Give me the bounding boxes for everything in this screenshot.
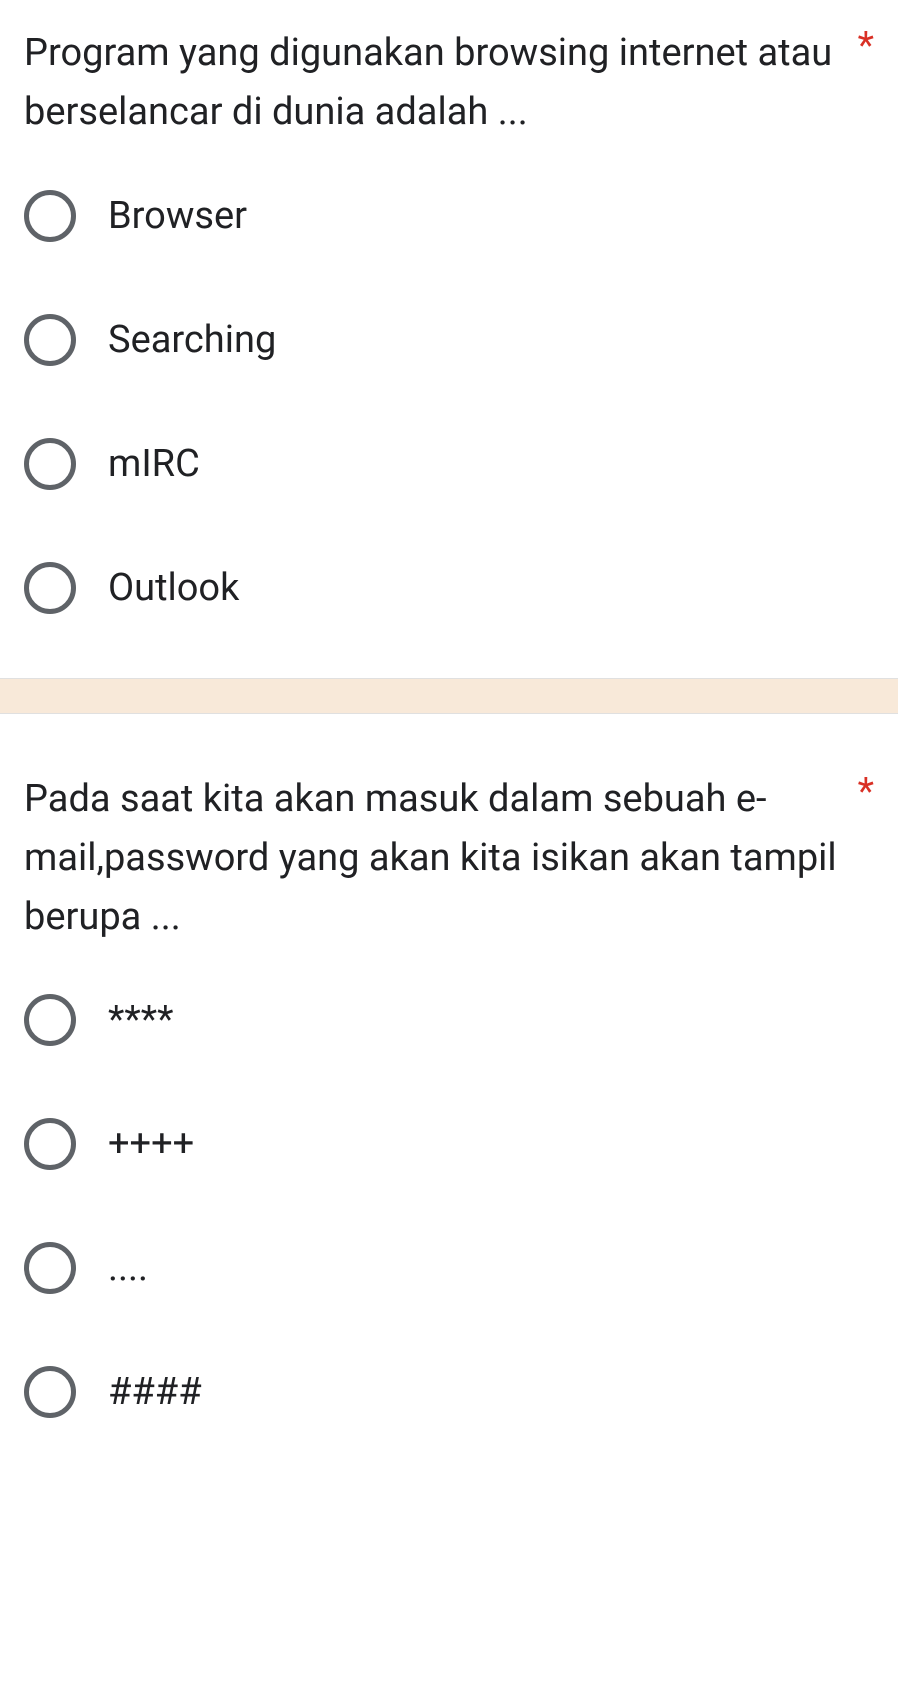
radio-icon — [24, 1242, 76, 1294]
radio-option-dots[interactable]: .... — [24, 1242, 874, 1294]
question-text: Program yang digunakan browsing internet… — [24, 24, 846, 142]
radio-option-mirc[interactable]: mIRC — [24, 438, 874, 490]
options-list: **** ++++ .... #### — [24, 994, 874, 1418]
option-label: **** — [108, 998, 173, 1042]
required-indicator: * — [858, 770, 874, 816]
question-header: Pada saat kita akan masuk dalam sebuah e… — [24, 770, 874, 947]
radio-option-browser[interactable]: Browser — [24, 190, 874, 242]
radio-option-searching[interactable]: Searching — [24, 314, 874, 366]
radio-option-hash[interactable]: #### — [24, 1366, 874, 1418]
radio-icon — [24, 994, 76, 1046]
question-text: Pada saat kita akan masuk dalam sebuah e… — [24, 770, 846, 947]
radio-icon — [24, 1366, 76, 1418]
section-separator — [0, 678, 898, 714]
radio-icon — [24, 562, 76, 614]
option-label: Searching — [108, 318, 276, 362]
question-card-2: Pada saat kita akan masuk dalam sebuah e… — [0, 714, 898, 1443]
question-header: Program yang digunakan browsing internet… — [24, 24, 874, 142]
required-indicator: * — [858, 24, 874, 70]
radio-option-plus[interactable]: ++++ — [24, 1118, 874, 1170]
option-label: .... — [108, 1246, 148, 1290]
option-label: mIRC — [108, 442, 200, 486]
radio-icon — [24, 190, 76, 242]
question-card-1: Program yang digunakan browsing internet… — [0, 0, 898, 678]
radio-icon — [24, 314, 76, 366]
radio-icon — [24, 1118, 76, 1170]
radio-icon — [24, 438, 76, 490]
option-label: #### — [108, 1370, 202, 1414]
option-label: Browser — [108, 194, 247, 238]
option-label: ++++ — [108, 1122, 194, 1166]
options-list: Browser Searching mIRC Outlook — [24, 190, 874, 614]
radio-option-outlook[interactable]: Outlook — [24, 562, 874, 614]
option-label: Outlook — [108, 566, 239, 610]
radio-option-asterisks[interactable]: **** — [24, 994, 874, 1046]
